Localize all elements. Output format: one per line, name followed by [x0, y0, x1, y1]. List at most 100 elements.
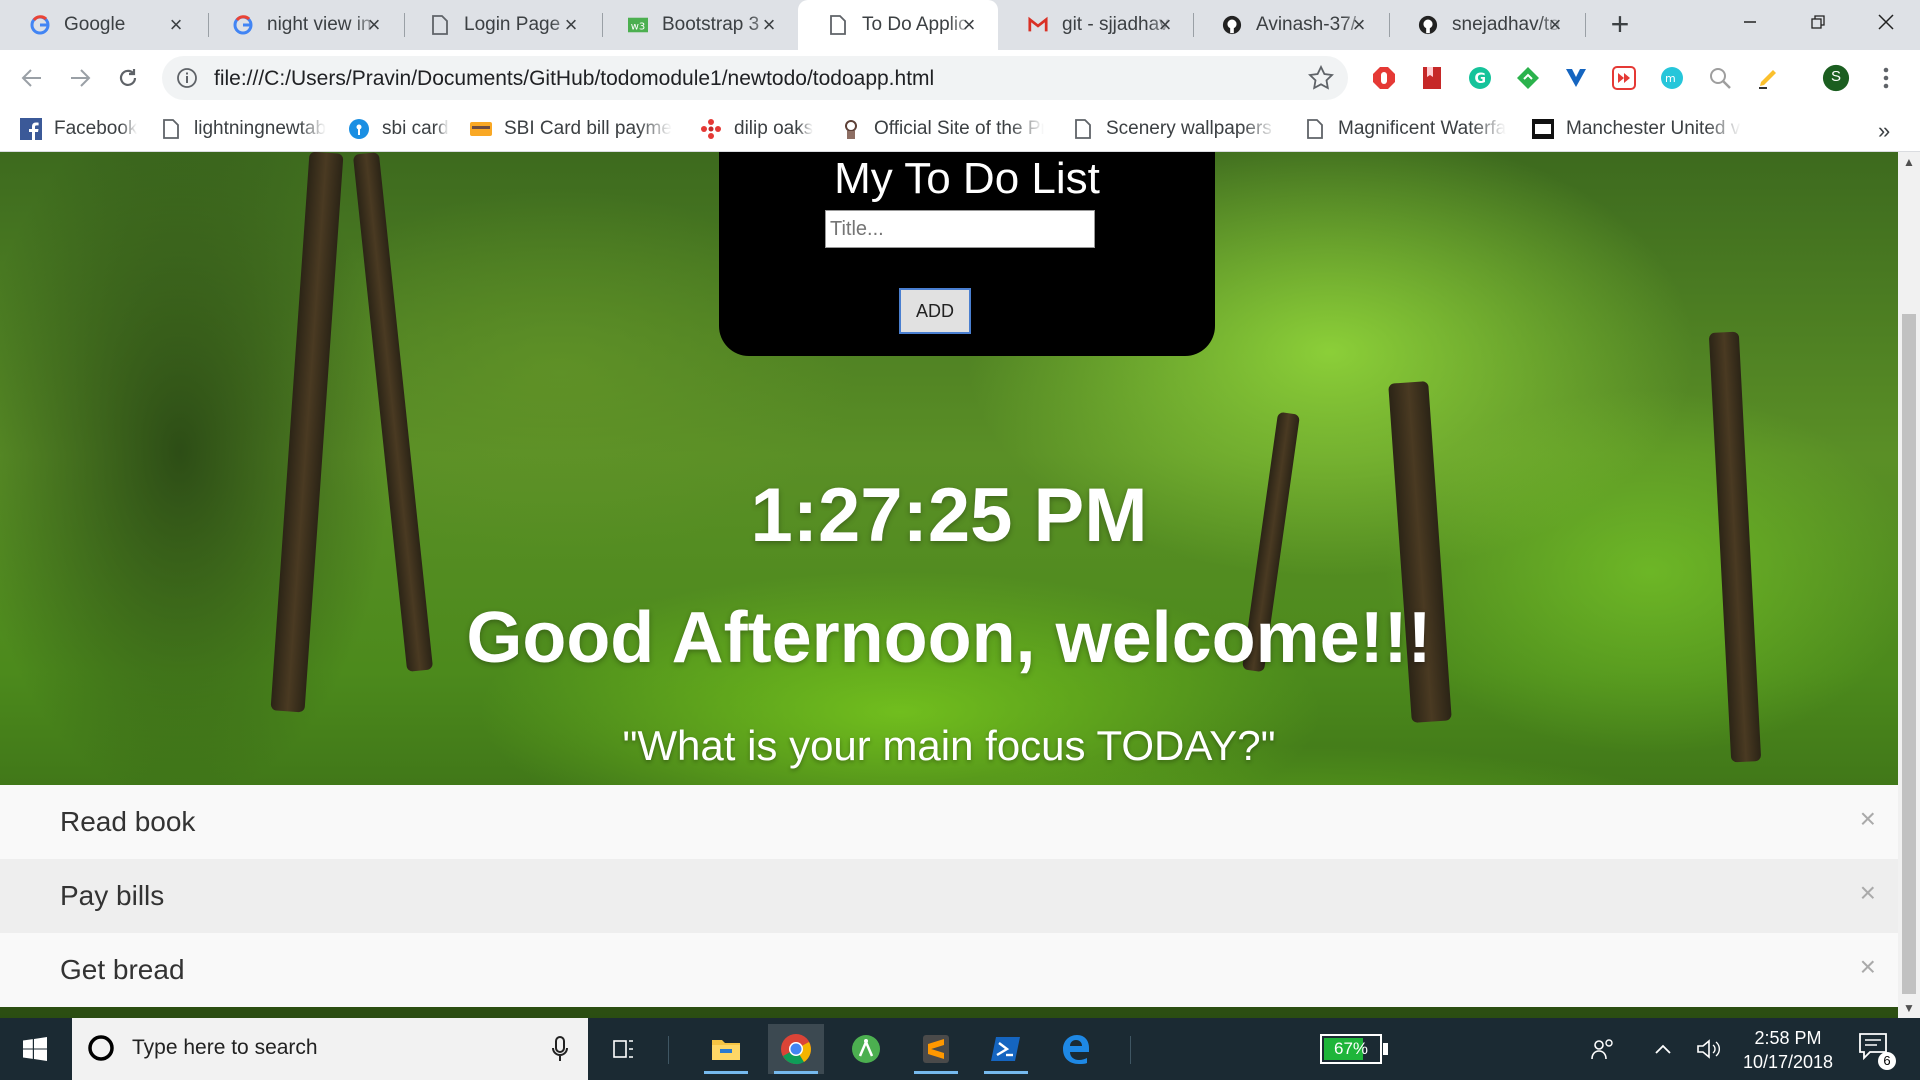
tab-gmail[interactable]: git - sjjadhav ×	[998, 0, 1194, 50]
bookmark-extension-icon[interactable]	[1418, 64, 1446, 92]
android-studio-icon	[852, 1035, 880, 1063]
sublime-text-icon	[923, 1035, 949, 1063]
grammarly-icon[interactable]: G	[1466, 64, 1494, 92]
bookmark-sbi-card[interactable]: sbi card	[348, 116, 449, 142]
people-icon[interactable]	[1588, 1034, 1618, 1064]
restore-icon	[1811, 15, 1825, 29]
forward-button[interactable]	[64, 62, 96, 94]
forward-arrow-icon	[71, 69, 91, 87]
android-studio-taskbar-button[interactable]	[838, 1024, 894, 1074]
tab-bootstrap[interactable]: w3 Bootstrap 3 ×	[598, 0, 798, 50]
bookmark-facebook[interactable]: Facebook	[20, 116, 137, 142]
system-clock[interactable]: 2:58 PM 10/17/2018	[1728, 1026, 1848, 1074]
reload-button[interactable]	[112, 62, 144, 94]
todo-list: Read book × Pay bills × Get bread ×	[0, 785, 1898, 1007]
file-explorer-taskbar-button[interactable]	[698, 1024, 754, 1074]
bookmark-star-icon[interactable]	[1308, 65, 1334, 91]
tab-google[interactable]: Google ×	[0, 0, 205, 50]
show-hidden-icons-chevron-icon[interactable]	[1648, 1034, 1678, 1064]
restore-button[interactable]	[1784, 0, 1852, 44]
close-tab-icon[interactable]: ×	[165, 14, 187, 36]
chrome-menu-button[interactable]	[1872, 64, 1900, 92]
tab-todo-app[interactable]: To Do Applic ×	[798, 0, 998, 50]
chrome-taskbar-button[interactable]	[768, 1024, 824, 1074]
info-icon[interactable]	[176, 67, 198, 89]
bookmark-lightningnewtab[interactable]: lightningnewtab	[160, 116, 326, 142]
start-button[interactable]	[0, 1018, 70, 1080]
tab-night-view[interactable]: night view in ×	[203, 0, 403, 50]
close-tab-icon[interactable]: ×	[958, 14, 980, 36]
action-center-button[interactable]: 6	[1858, 1032, 1896, 1070]
vertical-scrollbar[interactable]: ▲ ▼	[1898, 152, 1920, 1018]
close-tab-icon[interactable]: ×	[1154, 14, 1176, 36]
close-tab-icon[interactable]: ×	[363, 14, 385, 36]
profile-avatar[interactable]: S	[1822, 64, 1850, 92]
powershell-taskbar-button[interactable]	[978, 1024, 1034, 1074]
fast-forward-extension-icon[interactable]	[1610, 64, 1638, 92]
back-button[interactable]	[16, 62, 48, 94]
tab-login-page[interactable]: Login Page ×	[400, 0, 600, 50]
volume-icon[interactable]	[1694, 1034, 1724, 1064]
bookmark-waterfall[interactable]: Magnificent Waterfal	[1304, 116, 1506, 142]
w3schools-icon: w3	[628, 15, 648, 35]
bookmark-sbi-card-bill[interactable]: SBI Card bill payment	[470, 116, 672, 142]
close-tab-icon[interactable]: ×	[1544, 14, 1566, 36]
mercury-extension-icon[interactable]: m	[1658, 64, 1686, 92]
task-view-button[interactable]	[596, 1024, 652, 1074]
sbi-icon	[348, 118, 370, 140]
add-button[interactable]: ADD	[899, 288, 971, 334]
minimize-icon	[1744, 21, 1756, 23]
tab-github-avinash[interactable]: Avinash-37/ ×	[1192, 0, 1388, 50]
scroll-thumb[interactable]	[1902, 314, 1916, 994]
sublime-text-taskbar-button[interactable]	[908, 1024, 964, 1074]
close-icon[interactable]: ×	[1860, 877, 1876, 909]
notification-count: 6	[1878, 1052, 1896, 1070]
emblem-icon	[840, 118, 862, 140]
highlighter-extension-icon[interactable]	[1754, 64, 1782, 92]
new-tab-button[interactable]: +	[1604, 8, 1636, 41]
magnifier-extension-icon[interactable]	[1706, 64, 1734, 92]
todo-item[interactable]: Pay bills ×	[0, 859, 1898, 933]
system-time: 2:58 PM	[1754, 1028, 1822, 1048]
bookmark-label: Manchester United vs	[1566, 118, 1741, 139]
profile-initial: S	[1830, 68, 1841, 85]
svg-text:w3: w3	[631, 22, 646, 33]
minimize-button[interactable]	[1716, 0, 1784, 44]
todo-item[interactable]: Get bread ×	[0, 933, 1898, 1007]
close-icon[interactable]: ×	[1860, 951, 1876, 983]
more-bookmarks-chevron-icon[interactable]: »	[1878, 118, 1890, 144]
scroll-up-arrow-icon[interactable]: ▲	[1898, 152, 1920, 172]
search-placeholder: Type here to search	[132, 1036, 318, 1059]
address-bar[interactable]: file:///C:/Users/Pravin/Documents/GitHub…	[162, 56, 1348, 100]
page-icon	[828, 15, 848, 35]
folder-icon	[712, 1040, 740, 1060]
close-tab-icon[interactable]: ×	[560, 14, 582, 36]
close-icon[interactable]: ×	[1860, 803, 1876, 835]
clock-display: 1:27:25 PM	[750, 473, 1148, 558]
battery-indicator[interactable]: 67%	[1320, 1034, 1388, 1064]
system-date: 10/17/2018	[1742, 1052, 1834, 1072]
reload-icon	[119, 69, 137, 86]
microphone-icon[interactable]	[550, 1035, 570, 1063]
tab-github-snejadhav[interactable]: snejadhav/to ×	[1388, 0, 1584, 50]
scroll-down-arrow-icon[interactable]: ▼	[1898, 998, 1920, 1018]
edge-taskbar-button[interactable]	[1048, 1024, 1104, 1074]
feedly-icon[interactable]	[1514, 64, 1542, 92]
windows-logo-icon	[23, 1037, 47, 1061]
close-window-button[interactable]	[1852, 0, 1920, 44]
bookmark-dilip-oaks[interactable]: dilip oaks	[700, 116, 813, 142]
todo-item-text: Pay bills	[60, 880, 165, 911]
taskbar-search-box[interactable]: Type here to search	[72, 1018, 588, 1080]
adblock-extension-icon[interactable]	[1370, 64, 1398, 92]
close-tab-icon[interactable]: ×	[1348, 14, 1370, 36]
bookmark-official-site[interactable]: Official Site of the Pr	[840, 116, 1044, 142]
todo-item[interactable]: Read book ×	[0, 785, 1898, 859]
bookmark-manchester[interactable]: Manchester United vs	[1532, 116, 1741, 142]
url-text[interactable]: file:///C:/Users/Pravin/Documents/GitHub…	[214, 67, 934, 91]
close-tab-icon[interactable]: ×	[758, 14, 780, 36]
todo-title: My To Do List	[834, 154, 1100, 203]
todo-title-input[interactable]	[825, 210, 1095, 248]
bookmark-scenery[interactable]: Scenery wallpapers -	[1072, 116, 1276, 142]
vpn-extension-icon[interactable]	[1562, 64, 1590, 92]
battery-percentage: 67%	[1333, 1039, 1369, 1058]
